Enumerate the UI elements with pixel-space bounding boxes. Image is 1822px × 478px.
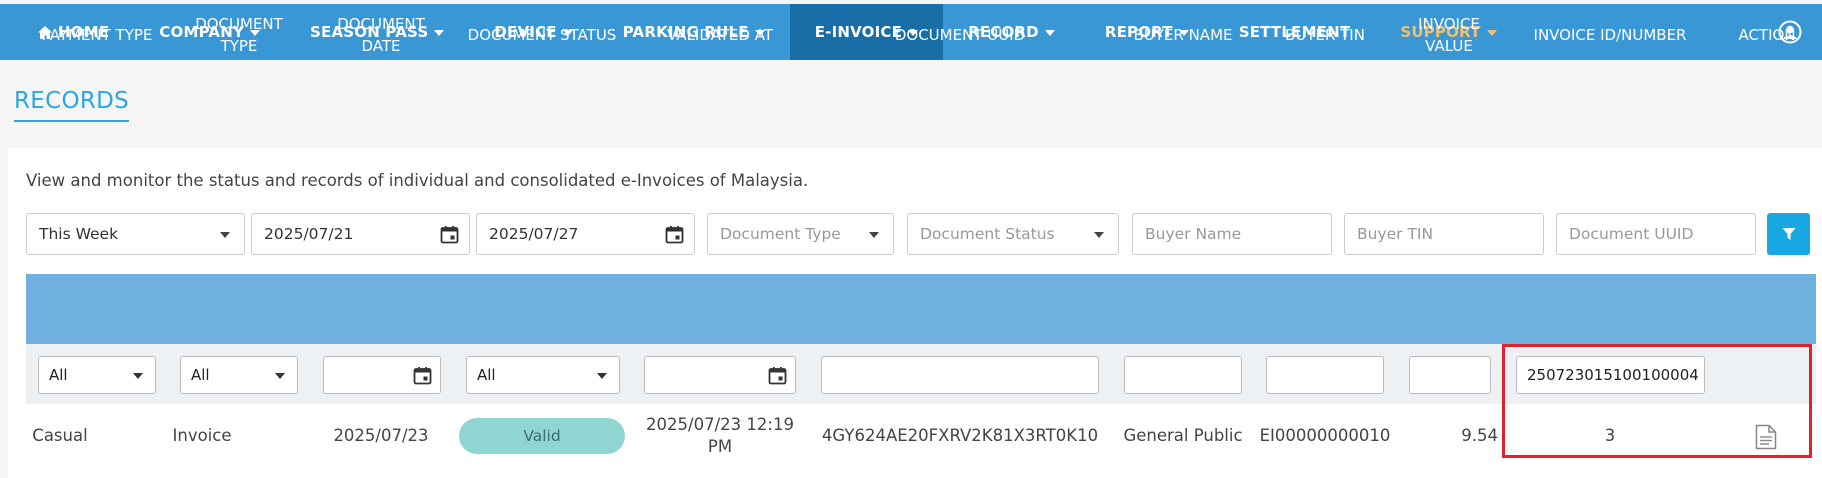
document-uuid-input[interactable]: Document UUID [1556,213,1756,255]
th-document-status-label: DOCUMENT STATUS [467,26,617,44]
th-payment-type-label: PAYMENT TYPE [41,26,153,44]
buyer-name-input[interactable]: Buyer Name [1132,213,1332,255]
validated-at-value-1: 2025/07/23 12:19 [646,414,794,434]
cell-buyer-name: General Public [1112,404,1254,467]
buyer-tin-placeholder: Buyer TIN [1357,225,1434,243]
status-badge: Valid [459,418,625,454]
document-status-filter-value: All [477,366,496,384]
cell-invoice-value: 9.54 [1396,404,1498,467]
th-invoice-id-label: INVOICE ID/NUMBER [1533,26,1687,44]
document-type-filter-value: All [191,366,210,384]
table-header [26,274,1816,344]
document-date-value: 2025/07/23 [333,425,429,445]
date-from-input[interactable]: 2025/07/21 [251,213,470,255]
buyer-tin-value: EI00000000010 [1259,425,1391,445]
th-buyer-name[interactable]: BUYER NAME [1112,0,1254,70]
th-payment-type[interactable]: PAYMENT TYPE [26,0,168,70]
cell-buyer-tin: EI00000000010 [1254,404,1396,467]
document-status-filter[interactable]: All [466,356,620,394]
filter-button[interactable] [1767,213,1810,255]
page-title: RECORDS [14,88,130,122]
document-status-placeholder: Document Status [920,225,1055,243]
chevron-down-icon [1094,232,1104,238]
document-type-filter[interactable]: All [180,356,298,394]
calendar-icon[interactable] [768,366,787,385]
validated-at-filter[interactable] [644,356,796,394]
chevron-down-icon [597,373,607,379]
th-buyer-name-label: BUYER NAME [1133,26,1233,44]
document-uuid-filter[interactable] [821,356,1099,394]
th-invoice-value-label-2: VALUE [1425,37,1473,55]
highlight-box [1502,344,1812,458]
th-buyer-tin[interactable]: BUYER TIN [1254,0,1396,70]
document-date-filter[interactable] [323,356,441,394]
th-buyer-tin-label: BUYER TIN [1285,26,1365,44]
validated-at-value-2: PM [707,436,733,456]
cell-validated-at: 2025/07/23 12:19 PM [632,404,808,467]
th-document-date-label-2: DATE [361,37,401,55]
payment-type-filter[interactable]: All [38,356,156,394]
th-document-uuid[interactable]: DOCUMENT UUID [808,0,1112,70]
cell-document-date: 2025/07/23 [310,404,452,467]
th-document-type-label-1: DOCUMENT [195,15,283,33]
page-description: View and monitor the status and records … [26,171,809,190]
th-document-status[interactable]: DOCUMENT STATUS [452,0,632,70]
document-uuid-placeholder: Document UUID [1569,225,1694,243]
buyer-tin-input[interactable]: Buyer TIN [1344,213,1544,255]
buyer-name-filter[interactable] [1124,356,1242,394]
document-type-select[interactable]: Document Type [707,213,894,255]
chevron-down-icon [869,232,879,238]
th-action: ACTION [1718,0,1816,70]
buyer-name-value: General Public [1123,425,1243,445]
date-to-value: 2025/07/27 [489,225,579,243]
period-select[interactable]: This Week [26,213,245,255]
th-document-uuid-label: DOCUMENT UUID [894,26,1026,44]
cell-payment-type: Casual [26,404,94,467]
th-validated-at-label: VALIDATED AT [667,26,773,44]
calendar-icon[interactable] [413,366,432,385]
th-validated-at[interactable]: VALIDATED AT [632,0,808,70]
th-invoice-id[interactable]: INVOICE ID/NUMBER [1502,0,1718,70]
date-from-value: 2025/07/21 [264,225,354,243]
cell-document-uuid: 4GY624AE20FXRV2K81X3RT0K10 [808,404,1112,467]
th-invoice-value[interactable]: INVOICE VALUE [1396,0,1502,70]
chevron-down-icon [275,373,285,379]
filter-icon [1782,228,1795,240]
th-document-date-label-1: DOCUMENT [337,15,425,33]
buyer-name-placeholder: Buyer Name [1145,225,1242,243]
th-document-date[interactable]: DOCUMENT DATE [310,0,452,70]
calendar-icon[interactable] [440,225,459,244]
date-to-input[interactable]: 2025/07/27 [476,213,695,255]
chevron-down-icon [220,232,230,238]
invoice-value-filter[interactable] [1409,356,1491,394]
chevron-down-icon [133,373,143,379]
period-select-value: This Week [39,225,119,243]
th-document-type-label-2: TYPE [220,37,258,55]
document-type-value: Invoice [172,425,232,445]
document-status-select[interactable]: Document Status [907,213,1119,255]
document-uuid-value: 4GY624AE20FXRV2K81X3RT0K10 [821,425,1099,445]
buyer-tin-filter[interactable] [1266,356,1384,394]
th-invoice-value-label-1: INVOICE [1418,15,1480,33]
invoice-value-value: 9.54 [1461,425,1498,445]
payment-type-filter-value: All [49,366,68,384]
th-action-label: ACTION [1738,26,1796,44]
cell-document-type: Invoice [168,404,236,467]
calendar-icon[interactable] [665,225,684,244]
payment-type-value: Casual [32,425,88,445]
th-document-type[interactable]: DOCUMENT TYPE [168,0,310,70]
document-type-placeholder: Document Type [720,225,841,243]
